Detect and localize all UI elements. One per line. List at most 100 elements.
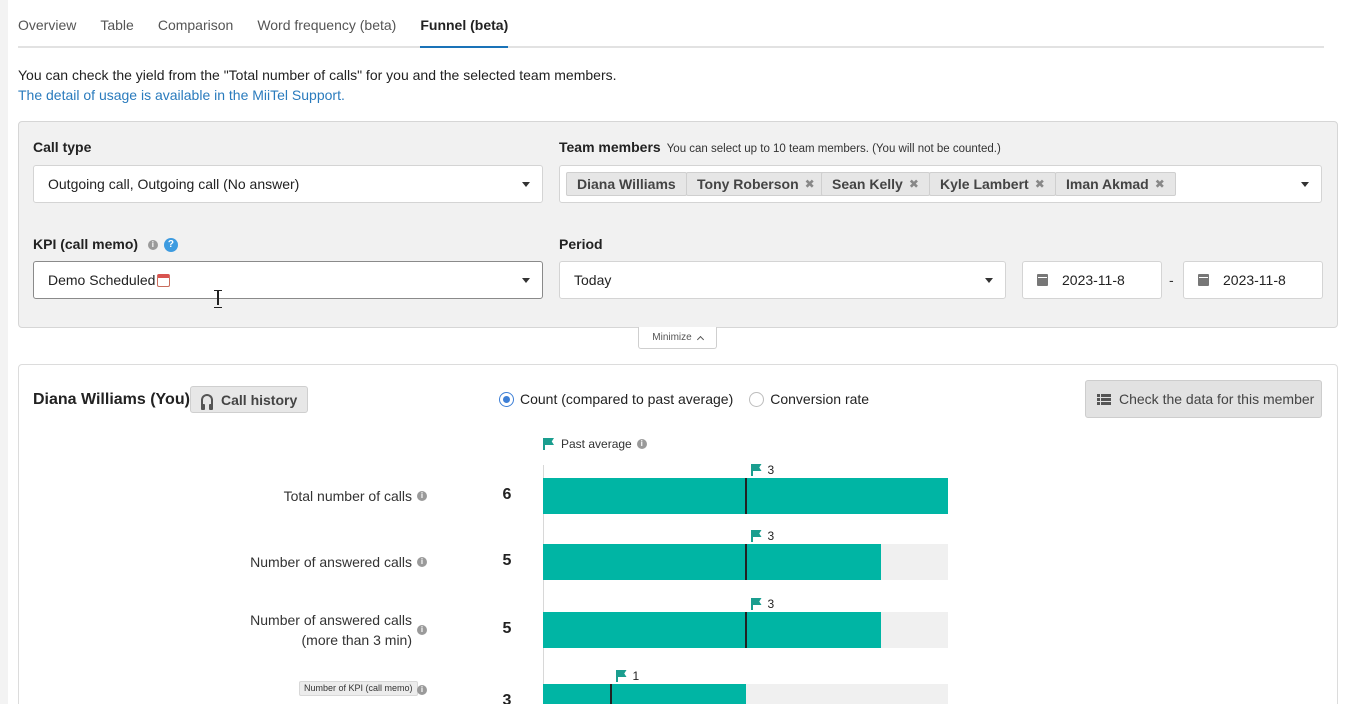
average-label: 3 [767, 529, 775, 543]
tab-funnel[interactable]: Funnel (beta) [420, 0, 509, 48]
average-flag: 3 [745, 597, 775, 611]
chevron-down-icon [522, 182, 530, 187]
member-chip-label: Iman Akmad [1066, 176, 1149, 192]
calendar-icon [1198, 274, 1209, 286]
remove-icon[interactable]: ✖ [1155, 177, 1165, 191]
average-marker [744, 544, 747, 580]
remove-icon[interactable]: ✖ [909, 177, 919, 191]
tab-overview[interactable]: Overview [18, 0, 76, 48]
metric-value: 3 [502, 692, 512, 704]
bar-track [543, 612, 948, 648]
metric-value: 6 [502, 486, 512, 503]
chart-legend: Past average i [543, 437, 647, 451]
member-card: Diana Williams (You) Call history Count … [18, 364, 1338, 704]
radio-conversion-rate[interactable]: Conversion rate [749, 391, 869, 407]
call-type-label: Call type [33, 139, 92, 155]
bar-fill [543, 612, 881, 648]
tab-bar: Overview Table Comparison Word frequency… [18, 0, 1324, 48]
date-separator: - [1169, 272, 1174, 288]
page-description: You can check the yield from the "Total … [18, 67, 617, 83]
period-label: Period [559, 236, 603, 252]
call-history-label: Call history [221, 391, 298, 408]
kpi-label: KPI (call memo) i? [33, 236, 178, 253]
info-icon: i [417, 557, 427, 567]
flag-icon [750, 598, 762, 610]
minimize-label: Minimize [652, 332, 692, 343]
end-date-value: 2023-11-8 [1223, 272, 1286, 288]
flag-icon [750, 464, 762, 476]
period-value: Today [574, 272, 612, 288]
start-date-input[interactable]: 2023-11-8 [1022, 261, 1162, 299]
average-label: 3 [767, 597, 775, 611]
tab-word-frequency[interactable]: Word frequency (beta) [257, 0, 396, 48]
help-icon[interactable]: ? [163, 238, 178, 253]
end-date-input[interactable]: 2023-11-8 [1183, 261, 1323, 299]
remove-icon[interactable]: ✖ [805, 177, 815, 191]
remove-icon[interactable]: ✖ [1035, 177, 1045, 191]
info-icon: i [636, 439, 647, 449]
call-type-value: Outgoing call, Outgoing call (No answer) [48, 176, 300, 192]
headset-icon [201, 393, 213, 410]
chevron-down-icon [522, 278, 530, 283]
kpi-select[interactable]: Demo Scheduled [33, 261, 543, 299]
chevron-down-icon [985, 278, 993, 283]
tab-table[interactable]: Table [100, 0, 133, 48]
average-label: 1 [632, 669, 640, 683]
minimize-button[interactable]: Minimize [638, 327, 717, 349]
list-icon [1097, 393, 1111, 405]
start-date-value: 2023-11-8 [1062, 272, 1125, 288]
radio-conversion-label: Conversion rate [770, 391, 870, 407]
member-name: Diana Williams (You) [33, 391, 190, 408]
info-icon: i [147, 240, 158, 251]
kpi-value: Demo Scheduled [48, 272, 156, 288]
period-select[interactable]: Today [559, 261, 1006, 299]
kpi-badge: Number of KPI (call memo) [299, 681, 418, 696]
member-chip[interactable]: Tony Roberson ✖ [686, 172, 826, 196]
tab-comparison[interactable]: Comparison [158, 0, 233, 48]
support-link[interactable]: The detail of usage is available in the … [18, 87, 345, 103]
left-strip [0, 0, 8, 704]
view-mode-radio-group: Count (compared to past average) Convers… [499, 391, 885, 407]
average-flag: 1 [610, 669, 640, 683]
info-icon: i [417, 685, 427, 695]
radio-count-label: Count (compared to past average) [520, 391, 734, 407]
member-chip-label: Tony Roberson [697, 176, 799, 192]
member-chip[interactable]: Kyle Lambert ✖ [929, 172, 1056, 196]
team-members-note: You can select up to 10 team members. (Y… [666, 143, 1001, 155]
metric-label: Number of answered calls [250, 554, 412, 570]
legend-label: Past average [561, 437, 632, 451]
average-marker [744, 612, 747, 648]
radio-unselected-icon [749, 391, 765, 407]
metric-value: 5 [502, 552, 512, 569]
call-history-button[interactable]: Call history [190, 386, 309, 413]
member-chip-label: Sean Kelly [832, 176, 903, 192]
calendar-emoji-icon [157, 273, 171, 287]
radio-count[interactable]: Count (compared to past average) [499, 391, 733, 407]
member-chip[interactable]: Sean Kelly ✖ [821, 172, 930, 196]
metric-label: Number of answered calls (more than 3 mi… [250, 612, 412, 648]
flag-icon [750, 530, 762, 542]
bar-fill [543, 684, 746, 704]
info-icon: i [417, 491, 427, 501]
member-chip[interactable]: Diana Williams [566, 172, 687, 196]
average-flag: 3 [745, 463, 774, 477]
kpi-title: KPI (call memo) [33, 236, 139, 252]
text-cursor-icon [214, 290, 222, 308]
info-icon: i [417, 625, 427, 635]
metric-value: 5 [502, 620, 512, 637]
bar-track [543, 478, 948, 514]
call-type-select[interactable]: Outgoing call, Outgoing call (No answer) [33, 165, 543, 203]
check-data-label: Check the data for this member [1119, 391, 1315, 407]
flag-icon [615, 670, 627, 682]
average-marker [744, 478, 747, 514]
member-chip-label: Kyle Lambert [940, 176, 1029, 192]
member-chip[interactable]: Iman Akmad ✖ [1055, 172, 1176, 196]
team-members-select[interactable]: Diana Williams Tony Roberson ✖ Sean Kelly… [559, 165, 1322, 203]
radio-selected-icon [499, 391, 514, 407]
chevron-down-icon [1301, 182, 1309, 187]
bar-track [543, 544, 948, 580]
average-flag: 3 [745, 529, 775, 543]
check-data-button[interactable]: Check the data for this member [1085, 380, 1322, 418]
team-members-label: Team members You can select up to 10 team… [559, 139, 1001, 155]
team-members-title: Team members [559, 139, 661, 155]
